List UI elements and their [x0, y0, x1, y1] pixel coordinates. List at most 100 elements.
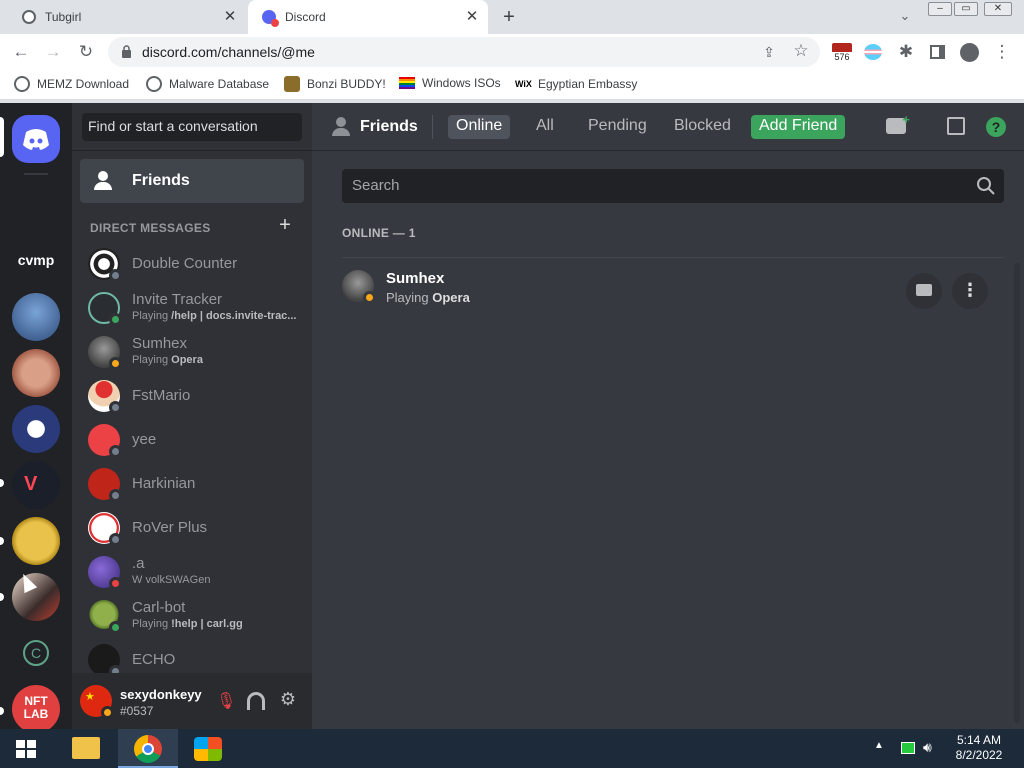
tab-search-chevron-icon[interactable]: ⌄	[894, 5, 916, 27]
divider	[342, 257, 1004, 258]
home-button[interactable]	[12, 115, 60, 163]
dm-activity: Playing !help | carl.gg	[132, 618, 243, 630]
globe-icon	[146, 76, 162, 92]
headphones-icon[interactable]	[247, 692, 265, 710]
new-tab-button[interactable]: +	[497, 6, 521, 28]
dm-name: Sumhex	[132, 335, 188, 352]
tab-title: Tubgirl	[45, 10, 82, 24]
find-conversation-input[interactable]: Find or start a conversation	[82, 113, 302, 141]
inbox-icon[interactable]	[947, 117, 965, 135]
bookmark-star-icon[interactable]: ☆	[790, 40, 812, 62]
status-dnd-icon	[109, 577, 122, 590]
help-icon[interactable]: ?	[986, 117, 1006, 137]
chrome-menu-icon[interactable]: ⋮	[991, 41, 1013, 63]
discord-favicon-icon	[262, 10, 279, 27]
battery-icon[interactable]	[901, 742, 915, 754]
browser-tab-tubgirl[interactable]: Tubgirl ✕	[8, 0, 246, 34]
start-windows-icon[interactable]	[16, 740, 36, 758]
friends-title: Friends	[360, 118, 418, 135]
status-online-icon	[109, 313, 122, 326]
create-dm-plus-icon[interactable]: +	[276, 215, 294, 235]
profile-avatar-icon[interactable]	[960, 43, 979, 62]
close-tab-icon[interactable]: ✕	[464, 9, 480, 25]
status-offline-icon	[109, 445, 122, 458]
server-c-logo[interactable]: C	[12, 629, 60, 677]
status-online-icon	[109, 621, 122, 634]
status-offline-icon	[109, 269, 122, 282]
friends-search-input[interactable]: Search	[342, 169, 1004, 203]
friends-nav-item[interactable]: Friends	[80, 159, 304, 203]
close-window-button[interactable]: ✕	[984, 2, 1012, 16]
reload-icon[interactable]: ↻	[75, 41, 97, 63]
windows-media-icon[interactable]	[194, 737, 222, 761]
more-vertical-icon: ⋮	[961, 280, 979, 300]
side-panel-icon[interactable]	[930, 45, 945, 59]
tab-pending[interactable]: Pending	[580, 115, 655, 139]
server-cvmp[interactable]: cvmp	[12, 237, 60, 285]
dm-item[interactable]: Double Counter	[80, 243, 304, 285]
bookmark-windows-isos[interactable]: Windows ISOs	[399, 76, 501, 90]
dm-item[interactable]: Sumhex Playing Opera	[80, 331, 304, 373]
dm-name: FstMario	[132, 387, 191, 404]
friends-top-bar: Friends Online All Pending Blocked Add F…	[312, 103, 1024, 151]
bonzi-icon	[284, 76, 300, 92]
more-options-button[interactable]: ⋮	[952, 273, 988, 309]
dm-item[interactable]: yee	[80, 419, 304, 461]
mute-mic-icon[interactable]: 🎙︎	[216, 691, 236, 711]
dm-item[interactable]: .a W volkSWAGen	[80, 551, 304, 593]
system-clock[interactable]: 5:14 AM 8/2/2022	[940, 733, 1018, 763]
dm-name: RoVer Plus	[132, 519, 208, 536]
status-offline-icon	[109, 533, 122, 546]
lock-icon	[122, 45, 131, 58]
tab-blocked[interactable]: Blocked	[666, 115, 739, 139]
server-monopoly[interactable]	[12, 405, 60, 453]
tab-online[interactable]: Online	[448, 115, 511, 139]
maximize-button[interactable]: ▭	[954, 2, 978, 16]
globe-icon	[22, 10, 36, 24]
bookmark-memz[interactable]: MEMZ Download	[14, 76, 129, 92]
message-button[interactable]	[906, 273, 942, 309]
bookmark-bonzi-buddy[interactable]: Bonzi BUDDY!	[284, 76, 386, 92]
scrollbar[interactable]	[1014, 263, 1020, 723]
back-icon[interactable]: ←	[10, 41, 32, 63]
extension-flag-icon[interactable]	[864, 44, 882, 60]
server-face[interactable]	[12, 349, 60, 397]
new-group-dm-icon[interactable]: +	[886, 112, 910, 134]
dm-item[interactable]: Harkinian	[80, 463, 304, 505]
server-coin[interactable]	[12, 517, 60, 565]
show-hidden-icons-chevron-icon[interactable]: ▲	[874, 740, 884, 751]
settings-gear-icon[interactable]: ⚙	[278, 689, 298, 709]
file-explorer-icon[interactable]	[72, 737, 100, 759]
volume-icon[interactable]: 🔊︎	[923, 739, 932, 756]
selected-indicator	[0, 117, 4, 157]
browser-toolbar: ← → ↻ discord.com/channels/@me ⇪ ☆ 576 ✱…	[0, 34, 1024, 70]
extension-calendar-icon[interactable]: 576	[832, 43, 852, 63]
bookmark-label: Malware Database	[169, 77, 270, 91]
dm-activity: Playing Opera	[132, 354, 203, 366]
tab-all[interactable]: All	[528, 115, 562, 139]
bookmark-egyptian-embassy[interactable]: WiX Egyptian Embassy	[515, 76, 637, 92]
browser-tab-discord[interactable]: Discord ✕	[248, 0, 488, 34]
close-tab-icon[interactable]: ✕	[222, 9, 238, 25]
server-megamind[interactable]	[12, 293, 60, 341]
dm-item[interactable]: RoVer Plus	[80, 507, 304, 549]
extensions-puzzle-icon[interactable]: ✱	[895, 41, 917, 63]
chrome-taskbar-icon[interactable]	[118, 729, 178, 768]
server-valorant[interactable]: V	[12, 461, 60, 509]
bookmark-label: Windows ISOs	[422, 76, 501, 90]
forward-icon[interactable]: →	[42, 41, 64, 63]
dm-item[interactable]: Invite Tracker Playing /help | docs.invi…	[80, 287, 304, 329]
friends-icon	[94, 171, 116, 191]
dm-item[interactable]: FstMario	[80, 375, 304, 417]
bookmark-malware-database[interactable]: Malware Database	[146, 76, 269, 92]
server-nft-lab[interactable]: NFT LAB	[12, 685, 60, 729]
c-logo-icon: C	[23, 640, 49, 666]
address-bar[interactable]: discord.com/channels/@me ⇪ ☆	[108, 37, 820, 67]
share-icon[interactable]: ⇪	[758, 41, 780, 63]
globe-icon	[14, 76, 30, 92]
extension-badge: 576	[832, 52, 852, 63]
dm-name: yee	[132, 431, 157, 448]
dm-item[interactable]: Carl-bot Playing !help | carl.gg	[80, 595, 304, 637]
minimize-button[interactable]: –	[928, 2, 952, 16]
add-friend-button[interactable]: Add Friend	[751, 115, 846, 139]
